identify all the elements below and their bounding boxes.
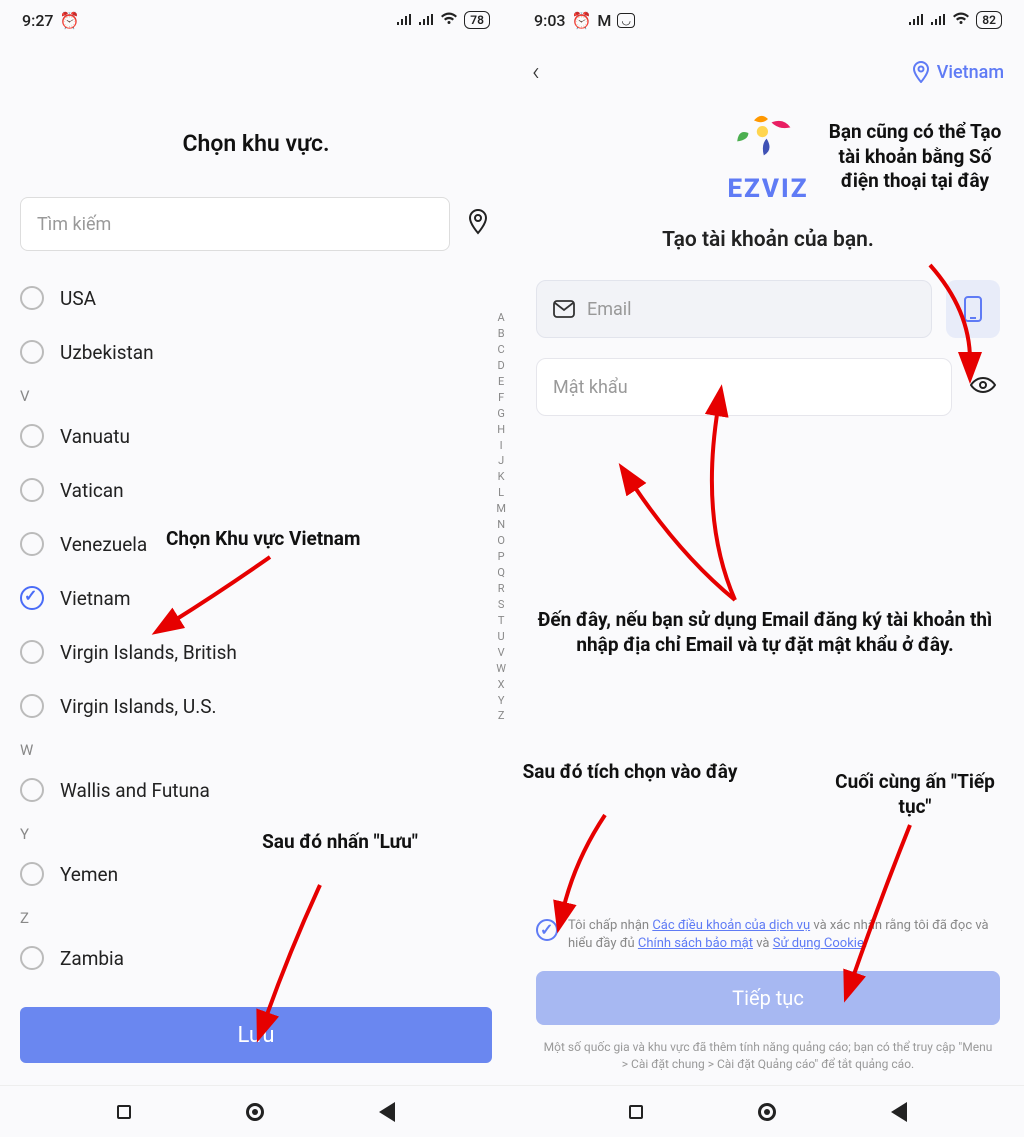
alpha-index[interactable]: ABCDEFGHIJKLMNOPQRSTUVWXYZ: [496, 310, 506, 724]
page-title: Chọn khu vực.: [0, 130, 512, 157]
radio-icon[interactable]: [20, 862, 44, 886]
radio-icon[interactable]: [20, 286, 44, 310]
page-title: Tạo tài khoản của bạn.: [512, 228, 1024, 252]
terms-link[interactable]: Các điều khoản của dịch vụ: [652, 918, 810, 933]
nav-back-icon[interactable]: [379, 1102, 395, 1122]
brand-name: EZVIZ: [512, 174, 1024, 204]
status-bar: 9:03 ⏰ M ◡ 82: [512, 0, 1024, 40]
list-item[interactable]: Zambia: [20, 931, 492, 985]
notif-icon: ◡: [617, 13, 635, 28]
section-header: Y: [20, 817, 492, 847]
region-selector[interactable]: Vietnam: [911, 61, 1004, 83]
list-item[interactable]: Vanuatu: [20, 409, 492, 463]
signal-icon: [396, 11, 412, 30]
phone-signup-button[interactable]: [946, 280, 1000, 338]
section-header: V: [20, 379, 492, 409]
signal-icon: [930, 11, 946, 30]
email-placeholder: Email: [587, 299, 632, 320]
region-label: Vietnam: [937, 62, 1004, 83]
eye-icon[interactable]: [966, 375, 1000, 400]
nav-home-icon[interactable]: [758, 1103, 776, 1121]
radio-icon[interactable]: [20, 478, 44, 502]
mail-icon: M: [597, 11, 611, 30]
nav-recent-icon[interactable]: [629, 1105, 643, 1119]
password-placeholder: Mật khẩu: [553, 377, 628, 398]
nav-home-icon[interactable]: [246, 1103, 264, 1121]
nav-bar: [512, 1085, 1024, 1137]
wifi-icon: [952, 11, 970, 30]
section-header: Z: [20, 901, 492, 931]
continue-label: Tiếp tục: [732, 986, 804, 1010]
list-item[interactable]: Yemen: [20, 847, 492, 901]
radio-icon[interactable]: [20, 694, 44, 718]
nav-recent-icon[interactable]: [117, 1105, 131, 1119]
ezviz-icon: [733, 110, 803, 170]
battery-icon: 78: [464, 11, 490, 29]
nav-back-icon[interactable]: [891, 1102, 907, 1122]
radio-icon[interactable]: [20, 532, 44, 556]
back-icon[interactable]: ‹: [532, 57, 540, 87]
password-field[interactable]: Mật khẩu: [536, 358, 952, 416]
location-icon[interactable]: [464, 208, 492, 240]
nav-bar: [0, 1085, 512, 1137]
radio-icon[interactable]: [20, 424, 44, 448]
continue-button[interactable]: Tiếp tục: [536, 971, 1000, 1025]
brand-logo: EZVIZ: [512, 100, 1024, 204]
save-button[interactable]: Lưu: [20, 1007, 492, 1063]
wifi-icon: [440, 11, 458, 30]
search-input[interactable]: Tìm kiếm: [20, 197, 450, 251]
phone-right: 9:03 ⏰ M ◡ 82 ‹ Vietnam EZVIZ Tạo tài kh…: [512, 0, 1024, 1137]
country-list[interactable]: USA Uzbekistan V Vanuatu Vatican Venezue…: [0, 271, 512, 999]
envelope-icon: [553, 300, 575, 318]
list-item[interactable]: Wallis and Futuna: [20, 763, 492, 817]
list-item[interactable]: Venezuela: [20, 517, 492, 571]
radio-icon[interactable]: [20, 340, 44, 364]
list-item[interactable]: USA: [20, 271, 492, 325]
battery-icon: 82: [976, 11, 1002, 29]
page-header: Chọn khu vực.: [0, 40, 512, 197]
signal-icon: [418, 11, 434, 30]
top-bar: ‹ Vietnam: [512, 44, 1024, 100]
terms-row: Tôi chấp nhận Các điều khoản của dịch vụ…: [512, 917, 1024, 965]
list-item-vietnam[interactable]: Vietnam: [20, 571, 492, 625]
list-item[interactable]: Virgin Islands, U.S.: [20, 679, 492, 733]
mobile-icon: [963, 295, 983, 323]
radio-icon[interactable]: [20, 586, 44, 610]
list-item[interactable]: Virgin Islands, British: [20, 625, 492, 679]
radio-icon[interactable]: [20, 778, 44, 802]
radio-icon[interactable]: [20, 946, 44, 970]
list-item[interactable]: Vatican: [20, 463, 492, 517]
status-time: 9:03: [534, 11, 566, 30]
search-placeholder: Tìm kiếm: [37, 214, 111, 235]
section-header: W: [20, 733, 492, 763]
terms-text: Tôi chấp nhận Các điều khoản của dịch vụ…: [568, 917, 1000, 953]
footnote: Một số quốc gia và khu vực đã thêm tính …: [512, 1039, 1024, 1085]
status-bar: 9:27 ⏰ 78: [0, 0, 512, 40]
alarm-icon: ⏰: [572, 11, 592, 30]
radio-icon[interactable]: [20, 640, 44, 664]
cookie-link[interactable]: Sử dụng Cookie: [773, 936, 864, 951]
privacy-link[interactable]: Chính sách bảo mật: [638, 936, 753, 951]
save-label: Lưu: [237, 1023, 274, 1048]
status-time: 9:27: [22, 11, 54, 30]
phone-left: 9:27 ⏰ 78 Chọn khu vực. Tìm kiếm USA U: [0, 0, 512, 1137]
signal-icon: [908, 11, 924, 30]
email-field[interactable]: Email: [536, 280, 932, 338]
alarm-icon: ⏰: [60, 11, 80, 30]
terms-checkbox[interactable]: [536, 919, 558, 941]
list-item[interactable]: Uzbekistan: [20, 325, 492, 379]
